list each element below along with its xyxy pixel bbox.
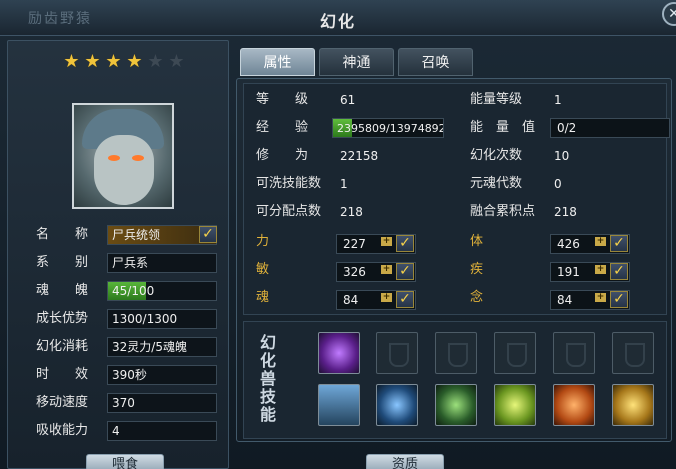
attr-agi-confirm-button[interactable]: ✓ <box>396 263 414 280</box>
stat-transform-cost: 幻化消耗 32灵力/5魂魄 <box>36 337 228 357</box>
green-shield-icon[interactable] <box>494 384 536 426</box>
tab-attributes[interactable]: 属性 <box>240 48 315 76</box>
attr-spd-plus-icon[interactable]: + <box>595 265 606 274</box>
stat-soul: 魂 魄 45/100 <box>36 281 228 301</box>
attr-str-label: 力 <box>256 234 270 249</box>
stat-move-speed: 移动速度 370 <box>36 393 228 413</box>
attr-con-confirm-button[interactable]: ✓ <box>610 235 628 252</box>
empty-skill-slot[interactable] <box>612 332 654 374</box>
attr-str-plus-icon[interactable]: + <box>381 237 392 246</box>
soul-progress-bar: 45/100 <box>107 281 217 301</box>
blue-shield-icon[interactable] <box>376 384 418 426</box>
orange-shield-icon[interactable] <box>553 384 595 426</box>
star-empty-icon: ★ <box>168 51 185 72</box>
energy-value-field: 0/2 <box>550 118 670 138</box>
energy-level-value: 1 <box>554 93 562 107</box>
stat-type: 系 别 尸兵系 <box>36 253 228 273</box>
attr-spd-confirm-button[interactable]: ✓ <box>610 263 628 280</box>
star-icon: ★ <box>105 51 122 72</box>
transform-window: 励齿野猿 幻化 ✕ ★ ★ ★ ★ ★ ★ 名 称 尸兵统领 ✓ 系 别 尸兵系 <box>0 0 676 469</box>
tab-bar: 属性 神通 召唤 <box>240 48 473 76</box>
star-empty-icon: ★ <box>147 51 164 72</box>
empty-skill-slot[interactable] <box>435 332 477 374</box>
star-icon: ★ <box>126 51 143 72</box>
feed-button[interactable]: 喂食 <box>86 454 164 469</box>
exp-progress-bar: 2395809/13974892 <box>332 118 444 138</box>
skills-title: 幻化兽技能 <box>259 333 276 424</box>
stat-absorb: 吸收能力 4 <box>36 421 228 441</box>
attr-soul-label: 魂 <box>256 290 270 305</box>
purple-slash-icon[interactable] <box>318 332 360 374</box>
pet-skills-panel: 幻化兽技能 <box>243 321 667 439</box>
tab-skills[interactable]: 神通 <box>319 48 394 76</box>
confirm-name-button[interactable]: ✓ <box>199 226 217 243</box>
attr-con-label: 体 <box>470 234 484 249</box>
attr-mind-label: 念 <box>470 290 484 305</box>
aptitude-button[interactable]: 资质 <box>366 454 444 469</box>
stat-duration: 时 效 390秒 <box>36 365 228 385</box>
attr-soul-plus-icon[interactable]: + <box>381 293 392 302</box>
attr-agi-label: 敏 <box>256 262 270 277</box>
tab-summon[interactable]: 召唤 <box>398 48 473 76</box>
green-strike-icon[interactable] <box>435 384 477 426</box>
attr-str-confirm-button[interactable]: ✓ <box>396 235 414 252</box>
title-bar: 励齿野猿 幻化 ✕ <box>0 0 676 36</box>
attribute-grid: 等 级 61 能量等级 1 经 验 2395809/13974892 能 量 值… <box>243 83 670 315</box>
level-value: 61 <box>340 93 356 107</box>
attr-soul-confirm-button[interactable]: ✓ <box>396 291 414 308</box>
empty-skill-slot[interactable] <box>553 332 595 374</box>
attr-agi-plus-icon[interactable]: + <box>381 265 392 274</box>
attributes-panel: 等 级 61 能量等级 1 经 验 2395809/13974892 能 量 值… <box>236 78 672 442</box>
attr-mind-plus-icon[interactable]: + <box>595 293 606 302</box>
pet-info-panel: ★ ★ ★ ★ ★ ★ 名 称 尸兵统领 ✓ 系 别 尸兵系 魂 魄 45/10… <box>7 40 229 469</box>
attr-con-plus-icon[interactable]: + <box>595 237 606 246</box>
star-icon: ★ <box>63 51 80 72</box>
empty-skill-slot[interactable] <box>376 332 418 374</box>
stat-growth: 成长优势 1300/1300 <box>36 309 228 329</box>
attr-mind-confirm-button[interactable]: ✓ <box>610 291 628 308</box>
star-icon: ★ <box>84 51 101 72</box>
pet-avatar <box>72 103 174 209</box>
attr-spd-label: 疾 <box>470 262 484 277</box>
gold-shield-icon[interactable] <box>612 384 654 426</box>
spikes-icon[interactable] <box>318 384 360 426</box>
stat-name: 名 称 尸兵统领 ✓ <box>36 225 228 245</box>
empty-skill-slot[interactable] <box>494 332 536 374</box>
star-rating: ★ ★ ★ ★ ★ ★ <box>62 53 186 71</box>
window-title: 幻化 <box>319 12 356 31</box>
